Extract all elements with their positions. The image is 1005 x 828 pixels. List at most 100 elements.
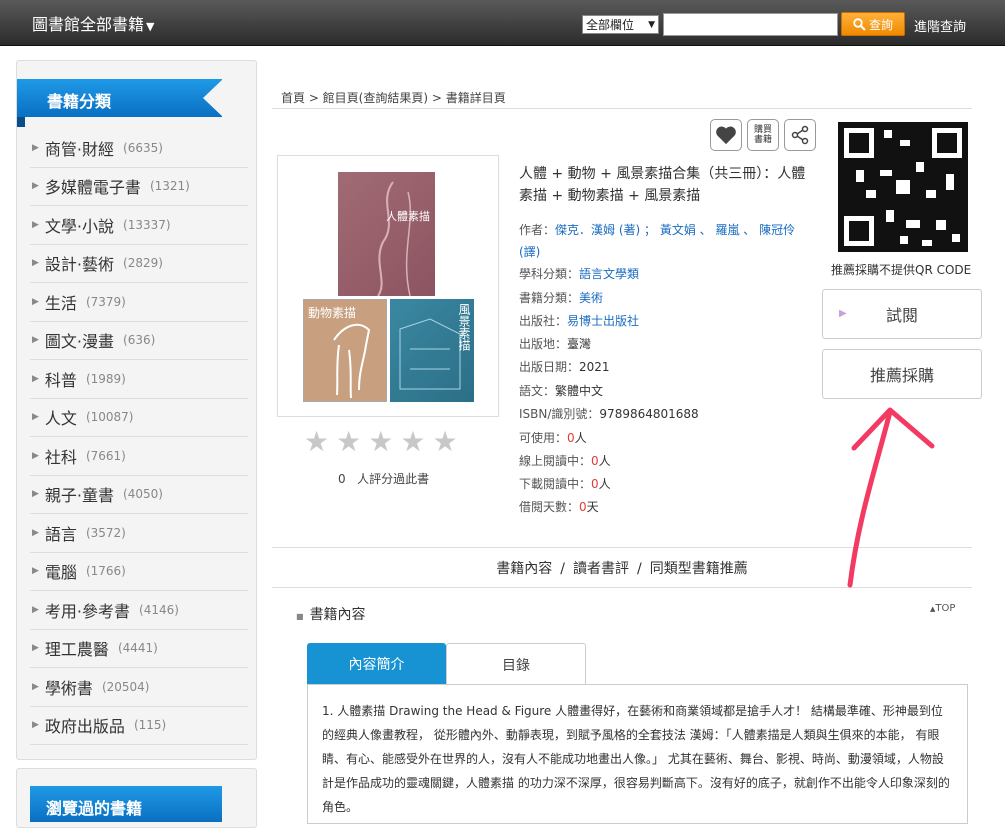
category-count: (6635) (123, 140, 163, 155)
triangle-right-icon: ▶ (32, 142, 39, 153)
qr-note: 推薦採購不提供QR CODE (831, 263, 972, 277)
star-icon[interactable]: ★ (336, 428, 361, 456)
publisher-link[interactable]: 易博士出版社 (567, 314, 639, 328)
category-count: (115) (133, 718, 167, 733)
category-count: (1766) (85, 564, 126, 579)
tab-toc[interactable]: 目錄 (446, 643, 586, 685)
section-link-similar[interactable]: 同類型書籍推薦 (650, 561, 748, 577)
category-title: 書籍分類 (47, 92, 112, 111)
category-label: 社科 (44, 447, 77, 467)
star-icon[interactable]: ★ (304, 428, 329, 456)
category-count: (13337) (123, 217, 171, 232)
triangle-right-icon: ▶ (32, 181, 39, 192)
triangle-right-icon: ▶ (32, 219, 39, 230)
category-item[interactable]: ▶ 生活 (7379) (30, 283, 248, 322)
star-icon[interactable]: ★ (368, 428, 393, 456)
back-to-top-label: TOP (935, 603, 956, 614)
triangle-right-icon: ▶ (32, 412, 39, 423)
category-label: 電腦 (44, 563, 77, 583)
category-item[interactable]: ▶ 圖文·漫畫 (636) (30, 322, 248, 360)
book-online-reading: 線上閱讀中：0人 (519, 454, 611, 468)
content-heading-text: 書籍內容 (309, 607, 366, 623)
author-link[interactable]: 傑克．漢姆 (著) ； 黃文娟 、 羅嵐 、 陳冠伶 (譯) (519, 223, 795, 259)
category-label: 政府出版品 (44, 717, 125, 737)
category-count: (7661) (85, 448, 126, 463)
category-link[interactable]: 美術 (579, 291, 603, 305)
category-item[interactable]: ▶ 社科 (7661) (30, 437, 248, 476)
triangle-right-icon: ▶ (32, 527, 39, 538)
share-button[interactable] (784, 119, 816, 151)
star-icon[interactable]: ★ (400, 428, 425, 456)
library-title: 圖書館全部書籍 (32, 15, 145, 34)
category-item[interactable]: ▶ 理工農醫 (4441) (30, 630, 248, 668)
share-icon (791, 125, 809, 145)
triangle-right-icon: ▶ (32, 720, 39, 731)
book-subject: 學科分類：語言文學類 (519, 267, 640, 281)
library-menu[interactable]: 圖書館全部書籍 ▼ (32, 11, 154, 35)
category-label: 學術書 (44, 678, 93, 698)
back-to-top-link[interactable]: ▲TOP (930, 603, 955, 614)
search-button-label: 查詢 (868, 17, 893, 32)
breadcrumb[interactable]: 首頁 > 館目頁(查詢結果頁) > 書籍詳目頁 (281, 89, 506, 106)
search-input[interactable] (663, 13, 838, 36)
category-label: 設計·藝術 (44, 255, 115, 275)
caret-down-icon: ▼ (146, 20, 155, 33)
cover-human-title: 人體素描 (386, 210, 430, 223)
category-label: 多媒體電子書 (44, 178, 141, 198)
triangle-right-icon: ▶ (32, 450, 39, 461)
dropdown-arrow-icon: ▼ (648, 19, 655, 30)
recommend-purchase-button[interactable]: 推薦採購 (822, 349, 982, 399)
cover-animal-drawing: 動物素描 (303, 299, 387, 402)
rating-count: 0 (338, 472, 346, 486)
field-select[interactable]: 全部欄位 ▼ (582, 15, 659, 34)
buy-book-button[interactable]: 購買 書籍 (747, 119, 779, 151)
rating-stars[interactable]: ★ ★ ★ ★ ★ (304, 428, 458, 456)
category-item[interactable]: ▶ 學術書 (20504) (30, 668, 248, 707)
advanced-search-link[interactable]: 進階查詢 (914, 16, 966, 35)
section-link-review[interactable]: 讀者書評 (573, 561, 629, 577)
category-label: 科普 (44, 370, 77, 390)
category-label: 理工農醫 (44, 640, 109, 660)
intro-text: 1. 人體素描 Drawing the Head & Figure 人體畫得好，… (307, 684, 968, 824)
book-download-reading: 下載閱讀中：0人 (519, 477, 611, 491)
triangle-right-icon: ▶ (32, 373, 39, 384)
category-item[interactable]: ▶ 科普 (1989) (30, 360, 248, 399)
qr-code (836, 120, 970, 254)
category-item[interactable]: ▶ 親子·童書 (4050) (30, 476, 248, 514)
category-count: (10087) (85, 410, 134, 425)
category-label: 圖文·漫畫 (44, 332, 115, 352)
subject-link[interactable]: 語言文學類 (579, 267, 639, 281)
book-title: 人體 + 動物 + 風景素描合集（共三冊）：人體素描 + 動物素描 + 風景素描 (519, 166, 806, 204)
category-item[interactable]: ▶ 文學·小說 (13337) (30, 206, 248, 245)
category-item[interactable]: ▶ 語言 (3572) (30, 514, 248, 553)
category-item[interactable]: ▶ 設計·藝術 (2829) (30, 245, 248, 283)
heart-icon (716, 126, 736, 145)
annotation-arrow (847, 407, 935, 588)
book-date: 出版日期：2021 (519, 360, 610, 374)
category-item[interactable]: ▶ 商管·財經 (6635) (30, 129, 248, 168)
star-icon[interactable]: ★ (432, 428, 457, 456)
category-item[interactable]: ▶ 電腦 (1766) (30, 553, 248, 591)
category-count: (4146) (139, 602, 179, 617)
divider (272, 108, 972, 109)
book-isbn: ISBN/識別號：9789864801688 (519, 407, 699, 421)
search-button[interactable]: 查詢 (841, 12, 905, 36)
triangle-right-icon: ▶ (32, 296, 39, 307)
favorite-button[interactable] (710, 119, 742, 151)
cover-landscape-drawing: 風景素描 (390, 299, 474, 402)
trial-read-button[interactable]: ▶ 試閱 (822, 289, 982, 339)
category-count: (7379) (85, 294, 126, 309)
triangle-right-icon: ▶ (32, 643, 39, 654)
category-label: 語言 (44, 524, 77, 544)
rating-summary: 0 人評分過此書 (338, 470, 429, 487)
browsed-title: 瀏覽過的書籍 (46, 799, 143, 818)
category-item[interactable]: ▶ 人文 (10087) (30, 399, 248, 437)
category-list: ▶ 商管·財經 (6635) ▶ 多媒體電子書 (1321) ▶ 文學·小說 (13337)… (30, 129, 248, 745)
tab-intro[interactable]: 內容簡介 (307, 643, 446, 685)
section-link-content[interactable]: 書籍內容 (496, 561, 552, 577)
category-item[interactable]: ▶ 多媒體電子書 (1321) (30, 168, 248, 206)
category-count: (1321) (149, 179, 190, 194)
category-item[interactable]: ▶ 政府出版品 (115) (30, 707, 248, 745)
recommend-purchase-label: 推薦採購 (869, 366, 934, 385)
category-item[interactable]: ▶ 考用·參考書 (4146) (30, 591, 248, 630)
